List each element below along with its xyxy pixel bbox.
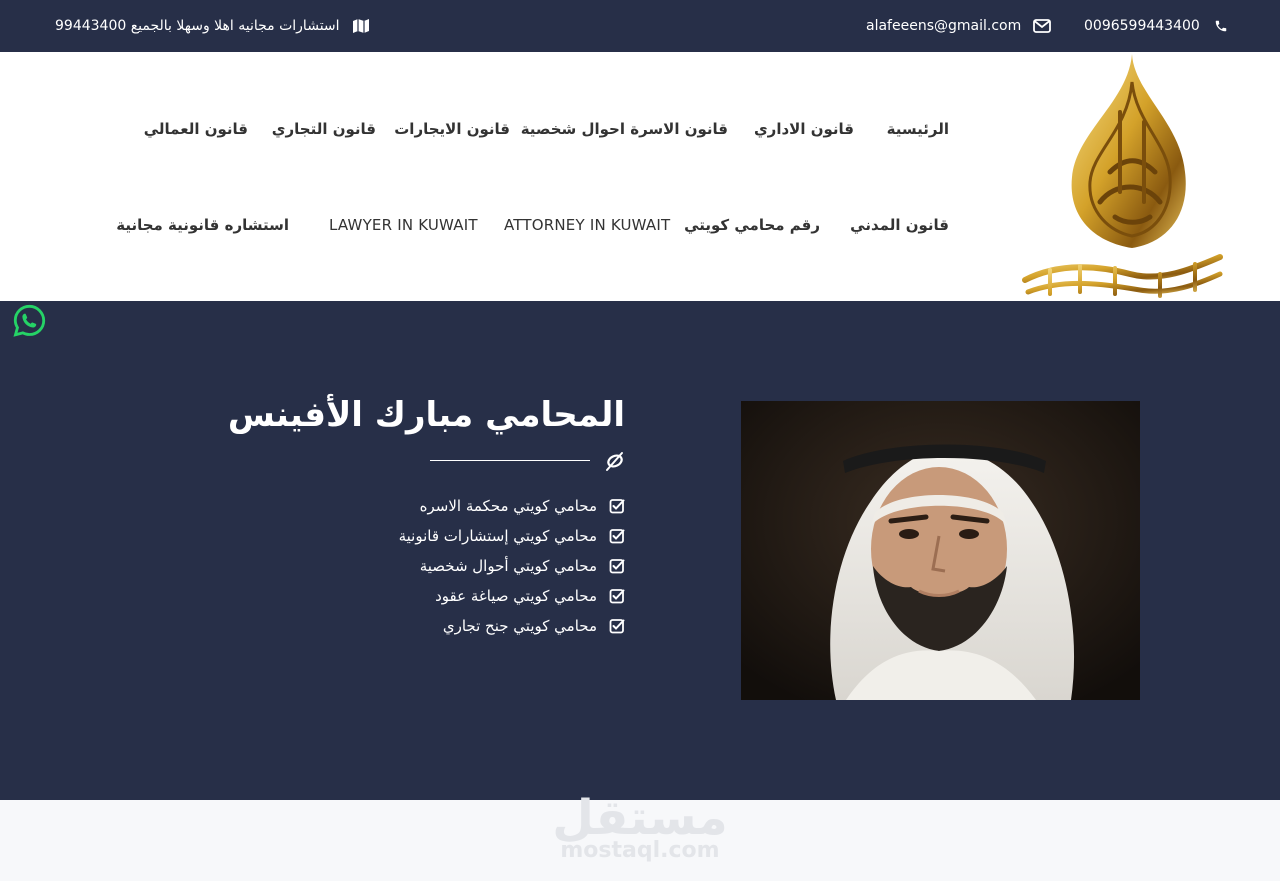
top-bar: 0096599443400 alafeeens@gmail.com استشار…: [0, 0, 1280, 52]
feature-item: محامي كويتي صياغة عقود: [399, 581, 625, 611]
phone-contact[interactable]: 0096599443400: [1084, 0, 1230, 52]
whatsapp-icon[interactable]: [12, 303, 47, 338]
tagline-item: استشارات مجانيه اهلا وسهلا بالجميع 99443…: [55, 0, 370, 52]
email-contact[interactable]: alafeeens@gmail.com: [866, 0, 1052, 52]
title-divider: [430, 460, 590, 461]
site-header: الرئيسية قانون الاداري قانون الاسرة احوا…: [0, 52, 1280, 301]
nav-labor-law[interactable]: قانون العمالي: [144, 120, 248, 138]
map-icon: [352, 17, 370, 35]
feature-item: محامي كويتي إستشارات قانونية: [399, 521, 625, 551]
nav-home[interactable]: الرئيسية: [887, 120, 949, 138]
nav-kuwaiti-lawyer-number[interactable]: رقم محامي كويتي: [684, 216, 820, 234]
feature-list: محامي كويتي محكمة الاسره محامي كويتي إست…: [399, 491, 625, 641]
hero-section: المحامي مبارك الأفينس محامي كويتي محكمة …: [0, 301, 1280, 800]
nav-civil-law[interactable]: قانون المدني: [850, 216, 949, 234]
feature-item: محامي كويتي أحوال شخصية: [399, 551, 625, 581]
check-square-icon: [609, 558, 625, 574]
feature-text: محامي كويتي صياغة عقود: [435, 587, 597, 605]
envelope-icon: [1033, 17, 1052, 35]
lawyer-portrait: [741, 401, 1140, 700]
check-square-icon: [609, 618, 625, 634]
phone-icon: [1212, 17, 1230, 35]
nav-administrative-law[interactable]: قانون الاداري: [754, 120, 854, 138]
phone-number: 0096599443400: [1084, 18, 1200, 34]
check-square-icon: [609, 588, 625, 604]
ornament-icon: [604, 450, 626, 472]
footer-watermark: مستقل mostaql.com: [0, 790, 1280, 881]
nav-rent-law[interactable]: قانون الايجارات: [394, 120, 510, 138]
nav-family-law[interactable]: قانون الاسرة احوال شخصية: [521, 120, 728, 138]
nav-free-consultation[interactable]: استشاره قانونية مجانية: [116, 216, 289, 234]
feature-text: محامي كويتي محكمة الاسره: [419, 497, 597, 515]
feature-text: محامي كويتي جنح تجاري: [442, 617, 597, 635]
email-address: alafeeens@gmail.com: [866, 18, 1022, 34]
tagline-text: استشارات مجانيه اهلا وسهلا بالجميع 99443…: [55, 18, 340, 34]
logo[interactable]: [1020, 52, 1225, 301]
feature-text: محامي كويتي إستشارات قانونية: [398, 527, 597, 545]
feature-item: محامي كويتي محكمة الاسره: [399, 491, 625, 521]
nav-lawyer-in-kuwait[interactable]: LAWYER IN KUWAIT: [329, 216, 478, 234]
watermark-latin: mostaql.com: [560, 838, 720, 863]
hero-title: المحامي مبارك الأفينس: [227, 395, 625, 435]
feature-text: محامي كويتي أحوال شخصية: [419, 557, 597, 575]
check-square-icon: [609, 528, 625, 544]
feature-item: محامي كويتي جنح تجاري: [399, 611, 625, 641]
check-square-icon: [609, 498, 625, 514]
nav-commercial-law[interactable]: قانون التجاري: [272, 120, 376, 138]
nav-attorney-in-kuwait[interactable]: ATTORNEY IN KUWAIT: [504, 216, 670, 234]
